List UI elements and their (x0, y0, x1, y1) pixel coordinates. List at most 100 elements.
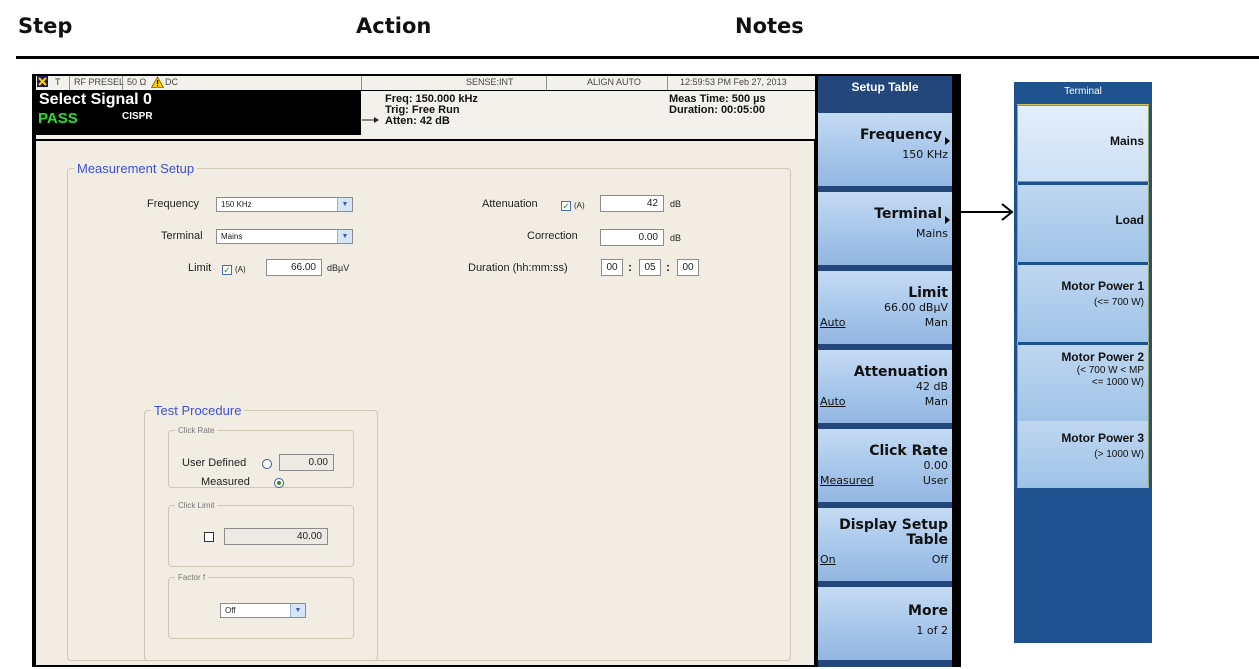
chevron-down-icon: ▼ (290, 604, 305, 617)
pass-status: PASS (38, 110, 78, 127)
terminal-option-label: Mains (1109, 134, 1144, 148)
time-separator: : (666, 260, 670, 274)
terminal-select[interactable]: Mains ▼ (216, 229, 353, 244)
terminal-softkey-value: Mains (916, 227, 948, 240)
attenuation-softkey-value: 42 dB (915, 380, 948, 393)
measurement-info: Select Signal 0 PASS CISPR Freq: 150.000… (36, 91, 815, 139)
attenuation-info: Atten: 42 dB (385, 115, 450, 127)
click-rate-softkey[interactable]: Click Rate 0.00 Measured User (818, 429, 952, 502)
frequency-select-value: 150 KHz (221, 200, 252, 209)
terminal-option-motor-power-2[interactable]: Motor Power 2 (< 700 W < MP <= 1000 W) (1017, 345, 1149, 422)
click-rate-measured-option: Measured (820, 474, 874, 487)
limit-auto-checkbox[interactable]: ✓ (222, 265, 232, 275)
terminal-softkey-label: Terminal (874, 206, 942, 222)
coupling-indicator: DC (165, 77, 178, 87)
attenuation-softkey-label: Attenuation (853, 364, 948, 380)
click-rate-softkey-label: Click Rate (869, 443, 948, 459)
limit-man-option: Man (924, 316, 948, 329)
frequency-select[interactable]: 150 KHz ▼ (216, 197, 353, 212)
display-setup-softkey[interactable]: Display Setup Table On Off (818, 508, 952, 581)
terminal-option-range: (<= 700 W) (1093, 297, 1144, 308)
terminal-softkey[interactable]: Terminal Mains (818, 192, 952, 265)
attenuation-auto-checkbox[interactable]: ✓ (561, 201, 571, 211)
terminal-option-range: (< 700 W < MP (1076, 365, 1144, 376)
preselector-indicator: RF PRESEL (74, 77, 125, 87)
limit-softkey-label: Limit (908, 285, 948, 301)
limit-softkey[interactable]: Limit 66.00 dBµV Auto Man (818, 271, 952, 344)
softkey-panel: Setup Table Frequency 150 KHz Terminal M… (818, 76, 952, 667)
divider (69, 76, 70, 90)
limit-input[interactable]: 66.00 (266, 259, 322, 276)
correction-label: Correction (527, 230, 578, 242)
terminal-menu-panel: Terminal Mains Load Motor Power 1 (<= 70… (1014, 82, 1152, 643)
click-limit-checkbox[interactable] (204, 532, 214, 542)
signal-title-box: Select Signal 0 PASS CISPR (36, 91, 361, 135)
status-bar: T RF PRESEL 50 Ω DC SENSE:INT ALIGN AUTO… (36, 76, 815, 90)
duration-hours-input[interactable]: 00 (601, 259, 623, 276)
divider (361, 76, 362, 90)
duration-minutes-input[interactable]: 05 (639, 259, 661, 276)
impedance-indicator: 50 Ω (127, 77, 147, 87)
more-softkey[interactable]: More 1 of 2 (818, 587, 952, 660)
attenuation-label: Attenuation (482, 198, 538, 210)
display-setup-softkey-label: Display Setup Table (839, 518, 948, 548)
divider (122, 76, 123, 90)
terminal-option-label: Motor Power 1 (1061, 279, 1144, 293)
connector-arrow-icon (958, 203, 1014, 221)
display-setup-label-line2: Table (906, 532, 948, 548)
user-defined-input[interactable]: 0.00 (279, 454, 334, 471)
click-limit-title: Click Limit (178, 501, 215, 510)
warning-icon (150, 76, 165, 90)
click-limit-input[interactable]: 40.00 (224, 528, 328, 545)
terminal-option-motor-power-3[interactable]: Motor Power 3 (> 1000 W) (1017, 421, 1149, 487)
display-on-option: On (820, 553, 836, 566)
click-rate-softkey-value: 0.00 (923, 459, 949, 472)
terminal-option-label: Motor Power 2 (1061, 350, 1144, 364)
mode-indicator: T (55, 77, 61, 87)
measured-radio[interactable] (274, 478, 284, 488)
click-rate-title: Click Rate (178, 426, 215, 435)
limit-auto-label: (A) (235, 265, 246, 274)
submenu-arrow-icon (945, 137, 950, 145)
duration-label: Duration (hh:mm:ss) (468, 262, 568, 274)
user-defined-radio[interactable] (262, 459, 272, 469)
more-softkey-label: More (908, 603, 948, 619)
correction-unit: dB (670, 233, 682, 243)
attenuation-softkey[interactable]: Attenuation 42 dB Auto Man (818, 350, 952, 423)
align-indicator: ALIGN AUTO (587, 77, 641, 87)
terminal-option-mains[interactable]: Mains (1017, 105, 1149, 182)
chevron-down-icon: ▼ (337, 230, 352, 243)
attenuation-input[interactable]: 42 (600, 195, 664, 212)
terminal-option-motor-power-1[interactable]: Motor Power 1 (<= 700 W) (1017, 265, 1149, 342)
factor-f-title: Factor f (178, 573, 206, 582)
signal-title: Select Signal 0 (39, 91, 152, 108)
notes-header: Notes (735, 14, 804, 38)
display-setup-label-line1: Display Setup (839, 517, 948, 533)
duration-seconds-input[interactable]: 00 (677, 259, 699, 276)
test-procedure-title: Test Procedure (154, 403, 242, 418)
factor-f-select-value: Off (225, 606, 236, 615)
factor-f-select[interactable]: Off ▼ (220, 603, 306, 618)
frequency-softkey-value: 150 KHz (902, 148, 948, 161)
terminal-option-range: <= 1000 W) (1091, 377, 1144, 388)
limit-auto-option: Auto (820, 316, 846, 329)
more-softkey-value: 1 of 2 (916, 624, 948, 637)
setup-table-panel: Measurement Setup Frequency 150 KHz ▼ Te… (36, 141, 814, 665)
chevron-down-icon: ▼ (337, 198, 352, 211)
terminal-option-label: Motor Power 3 (1061, 431, 1144, 445)
attenuation-auto-label: (A) (574, 201, 585, 210)
divider (667, 76, 668, 90)
correction-input[interactable]: 0.00 (600, 229, 664, 246)
submenu-arrow-icon (945, 216, 950, 224)
terminal-option-load[interactable]: Load (1017, 185, 1149, 262)
terminal-select-value: Mains (221, 232, 243, 241)
terminal-label: Terminal (161, 230, 203, 242)
limit-softkey-value: 66.00 dBµV (883, 301, 948, 314)
softkey-panel-title: Setup Table (851, 80, 919, 94)
frequency-softkey[interactable]: Frequency 150 KHz (818, 113, 952, 186)
trigger-arrow-icon (362, 111, 382, 129)
action-header: Action (356, 14, 432, 38)
terminal-option-label: Load (1115, 213, 1144, 227)
instrument-screen: T RF PRESEL 50 Ω DC SENSE:INT ALIGN AUTO… (32, 74, 961, 667)
divider (546, 76, 547, 90)
